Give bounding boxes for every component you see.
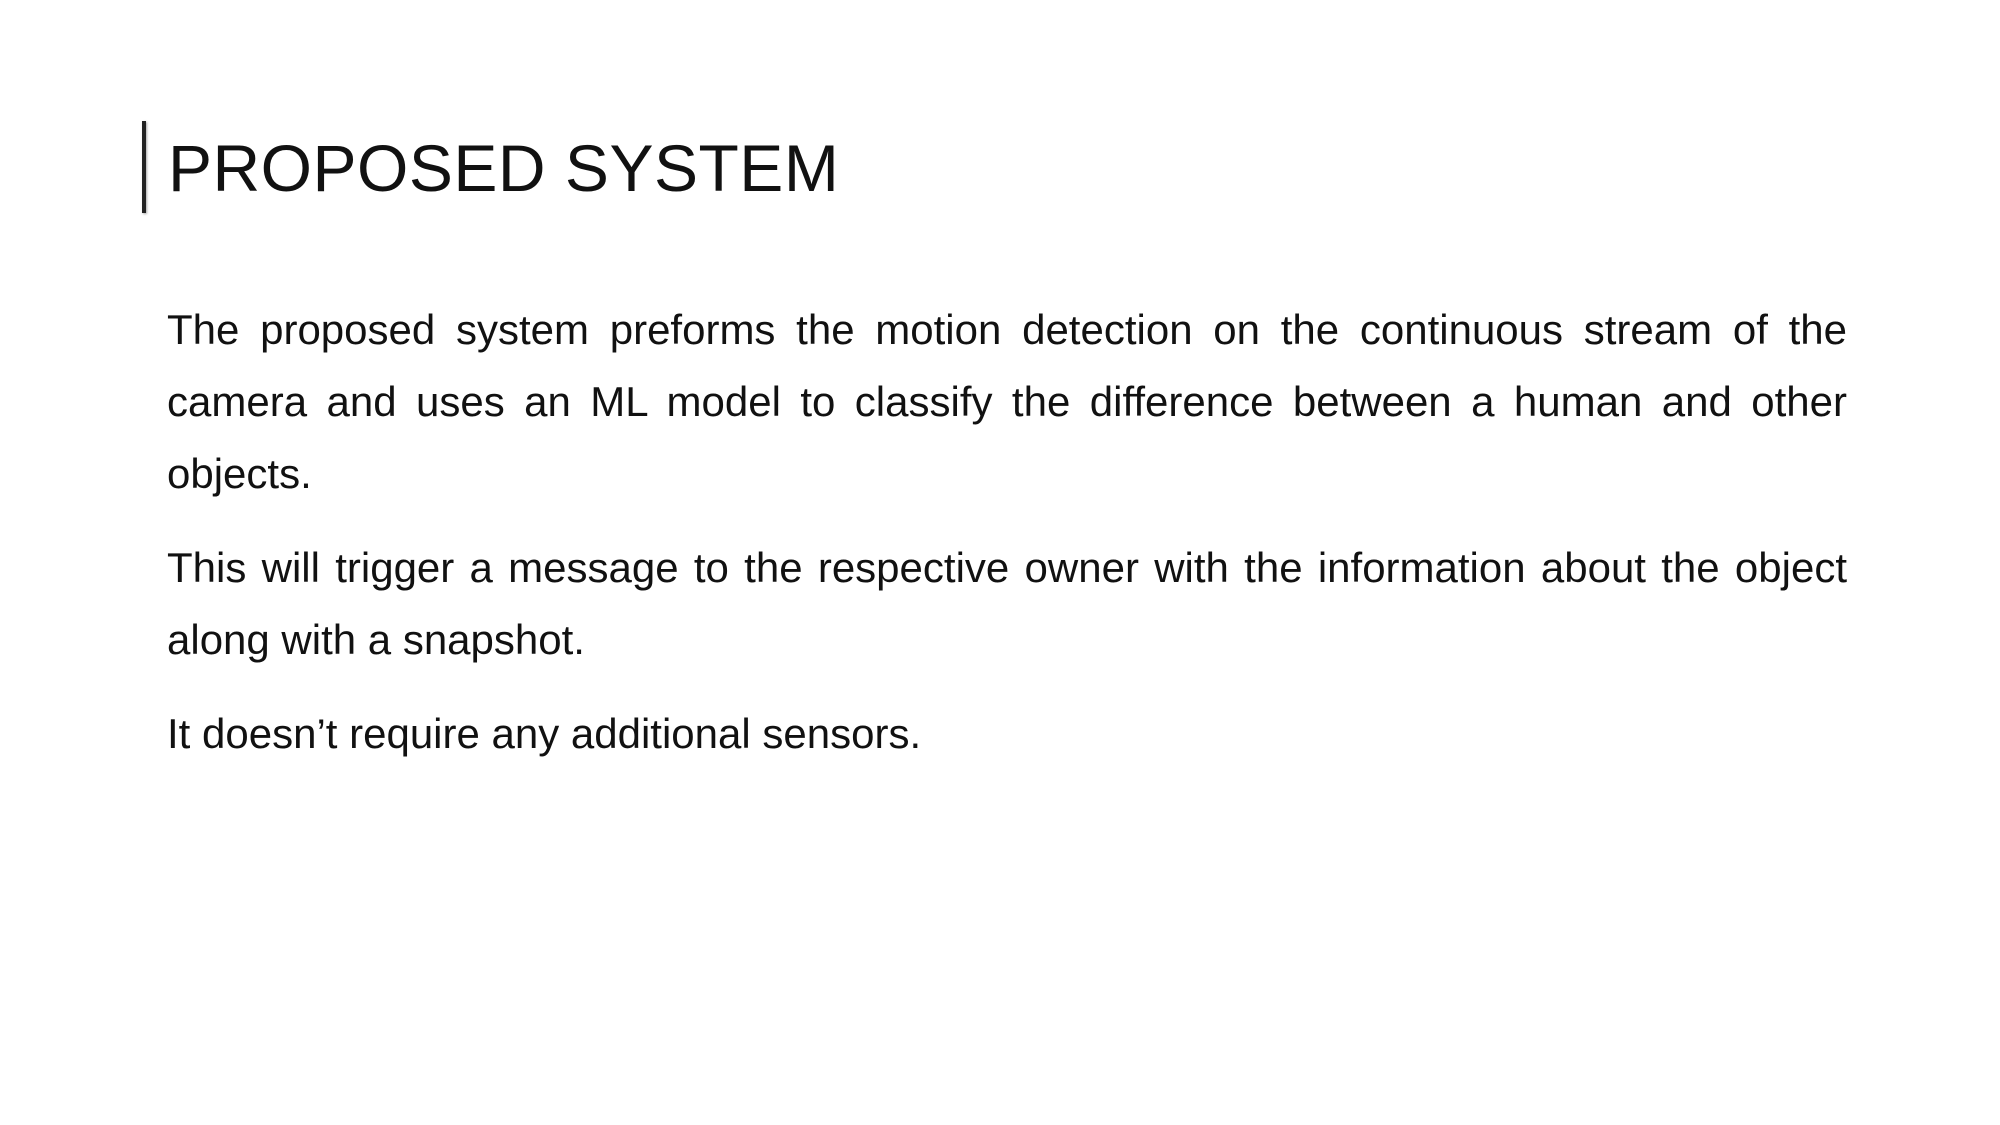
slide-body: The proposed system preforms the motion …: [167, 294, 1847, 792]
paragraph-motion-detection: The proposed system preforms the motion …: [167, 306, 1847, 497]
title-accent-bar: [142, 121, 146, 213]
slide-title: PROPOSED SYSTEM: [168, 131, 840, 205]
paragraph-notification: This will trigger a message to the respe…: [167, 544, 1847, 663]
slide: PROPOSED SYSTEM The proposed system pref…: [0, 0, 2000, 1125]
paragraph-no-sensors: It doesn’t require any additional sensor…: [167, 710, 922, 757]
